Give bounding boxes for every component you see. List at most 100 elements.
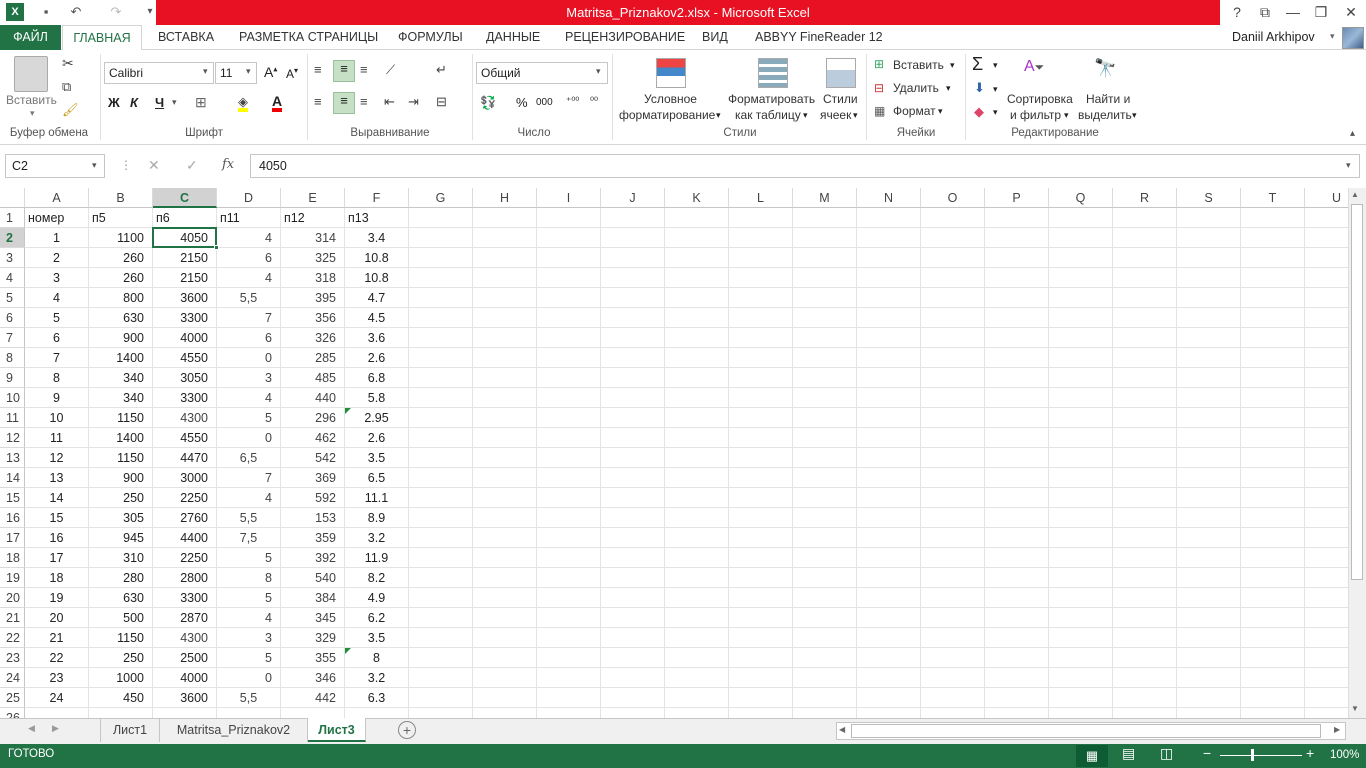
table-cell[interactable]: 1000 <box>89 668 153 688</box>
table-cell[interactable]: 3 <box>217 368 281 388</box>
table-cell[interactable] <box>1305 528 1348 548</box>
table-cell[interactable] <box>985 308 1049 328</box>
delete-cells-button[interactable]: Удалить <box>893 81 939 95</box>
table-cell[interactable] <box>1241 708 1305 718</box>
table-cell[interactable]: 325 <box>281 248 345 268</box>
table-cell[interactable] <box>985 288 1049 308</box>
table-cell[interactable] <box>1305 448 1348 468</box>
table-cell[interactable] <box>409 388 473 408</box>
table-cell[interactable]: 500 <box>89 608 153 628</box>
table-cell[interactable]: 2150 <box>153 268 217 288</box>
table-cell[interactable]: 4470 <box>153 448 217 468</box>
scroll-up-icon[interactable]: ▲ <box>1351 190 1359 199</box>
table-cell[interactable] <box>985 248 1049 268</box>
row-header[interactable]: 25 <box>0 688 25 708</box>
table-cell[interactable]: 285 <box>281 348 345 368</box>
table-cell[interactable] <box>665 428 729 448</box>
table-cell[interactable] <box>601 708 665 718</box>
ribbon-display-icon[interactable]: ⧉ <box>1250 0 1280 25</box>
table-cell[interactable] <box>1049 588 1113 608</box>
table-cell[interactable] <box>1049 228 1113 248</box>
row-header[interactable]: 21 <box>0 608 25 628</box>
insert-cells-icon[interactable]: ⊞ <box>874 57 884 71</box>
table-cell[interactable] <box>665 588 729 608</box>
find-select-icon[interactable]: 🔭 <box>1094 58 1116 79</box>
table-cell[interactable] <box>985 448 1049 468</box>
table-cell[interactable] <box>473 488 537 508</box>
row-header[interactable]: 20 <box>0 588 25 608</box>
table-cell[interactable]: 2.6 <box>345 348 409 368</box>
table-cell[interactable] <box>1241 508 1305 528</box>
table-cell[interactable] <box>665 568 729 588</box>
zoom-slider[interactable] <box>1220 755 1302 756</box>
table-cell[interactable] <box>473 508 537 528</box>
table-cell[interactable] <box>1305 208 1348 228</box>
table-cell[interactable]: 15 <box>25 508 89 528</box>
table-cell[interactable] <box>921 448 985 468</box>
table-cell[interactable] <box>1113 548 1177 568</box>
table-cell[interactable] <box>601 328 665 348</box>
table-cell[interactable] <box>985 548 1049 568</box>
confirm-entry-icon[interactable]: ✓ <box>186 157 198 174</box>
table-cell[interactable]: 3.5 <box>345 448 409 468</box>
table-cell[interactable]: 442 <box>281 688 345 708</box>
conditional-formatting-label[interactable]: Условное <box>644 92 697 106</box>
table-cell[interactable] <box>921 428 985 448</box>
table-cell[interactable]: 0 <box>217 428 281 448</box>
page-layout-view-icon[interactable]: ▤ <box>1122 745 1135 762</box>
table-cell[interactable] <box>601 348 665 368</box>
table-cell[interactable] <box>1049 388 1113 408</box>
table-cell[interactable] <box>409 608 473 628</box>
table-cell[interactable] <box>1177 608 1241 628</box>
scroll-thumb[interactable] <box>1351 204 1363 580</box>
table-cell[interactable]: 462 <box>281 428 345 448</box>
table-cell[interactable] <box>665 528 729 548</box>
align-bottom-icon[interactable]: ≡ <box>360 62 368 77</box>
table-cell[interactable]: 900 <box>89 468 153 488</box>
table-cell[interactable]: 346 <box>281 668 345 688</box>
table-cell[interactable] <box>1113 348 1177 368</box>
table-cell[interactable]: 10 <box>25 408 89 428</box>
table-cell[interactable] <box>1177 428 1241 448</box>
table-cell[interactable] <box>1241 688 1305 708</box>
table-cell[interactable] <box>793 408 857 428</box>
table-cell[interactable] <box>793 308 857 328</box>
table-cell[interactable] <box>1049 268 1113 288</box>
column-header[interactable]: A <box>25 188 89 208</box>
table-cell[interactable]: 4550 <box>153 348 217 368</box>
chevron-down-icon[interactable]: ▾ <box>1064 110 1069 121</box>
table-cell[interactable] <box>1177 268 1241 288</box>
table-cell[interactable]: 4.7 <box>345 288 409 308</box>
table-cell[interactable] <box>1049 688 1113 708</box>
table-cell[interactable] <box>857 568 921 588</box>
table-cell[interactable]: 8.2 <box>345 568 409 588</box>
table-cell[interactable]: 592 <box>281 488 345 508</box>
table-cell[interactable] <box>1177 388 1241 408</box>
table-cell[interactable] <box>409 648 473 668</box>
table-cell[interactable] <box>1177 308 1241 328</box>
table-cell[interactable] <box>1177 408 1241 428</box>
table-cell[interactable] <box>409 448 473 468</box>
table-cell[interactable] <box>473 668 537 688</box>
table-cell[interactable] <box>1305 588 1348 608</box>
table-cell[interactable]: 7 <box>25 348 89 368</box>
table-cell[interactable] <box>1305 428 1348 448</box>
table-cell[interactable]: 4.9 <box>345 588 409 608</box>
table-cell[interactable]: 5 <box>25 308 89 328</box>
column-header[interactable]: S <box>1177 188 1241 208</box>
table-cell[interactable] <box>793 548 857 568</box>
table-cell[interactable]: 21 <box>25 628 89 648</box>
table-cell[interactable] <box>1305 248 1348 268</box>
sheet-tab-active[interactable]: Лист3 <box>308 718 366 742</box>
table-cell[interactable] <box>537 688 601 708</box>
table-cell[interactable] <box>473 408 537 428</box>
table-cell[interactable] <box>1049 528 1113 548</box>
table-cell[interactable] <box>1113 668 1177 688</box>
chevron-down-icon[interactable]: ▾ <box>596 66 601 77</box>
table-cell[interactable] <box>921 468 985 488</box>
table-cell[interactable] <box>1177 668 1241 688</box>
table-cell[interactable]: 310 <box>89 548 153 568</box>
table-cell[interactable] <box>473 588 537 608</box>
table-cell[interactable] <box>985 628 1049 648</box>
table-cell[interactable] <box>1241 468 1305 488</box>
